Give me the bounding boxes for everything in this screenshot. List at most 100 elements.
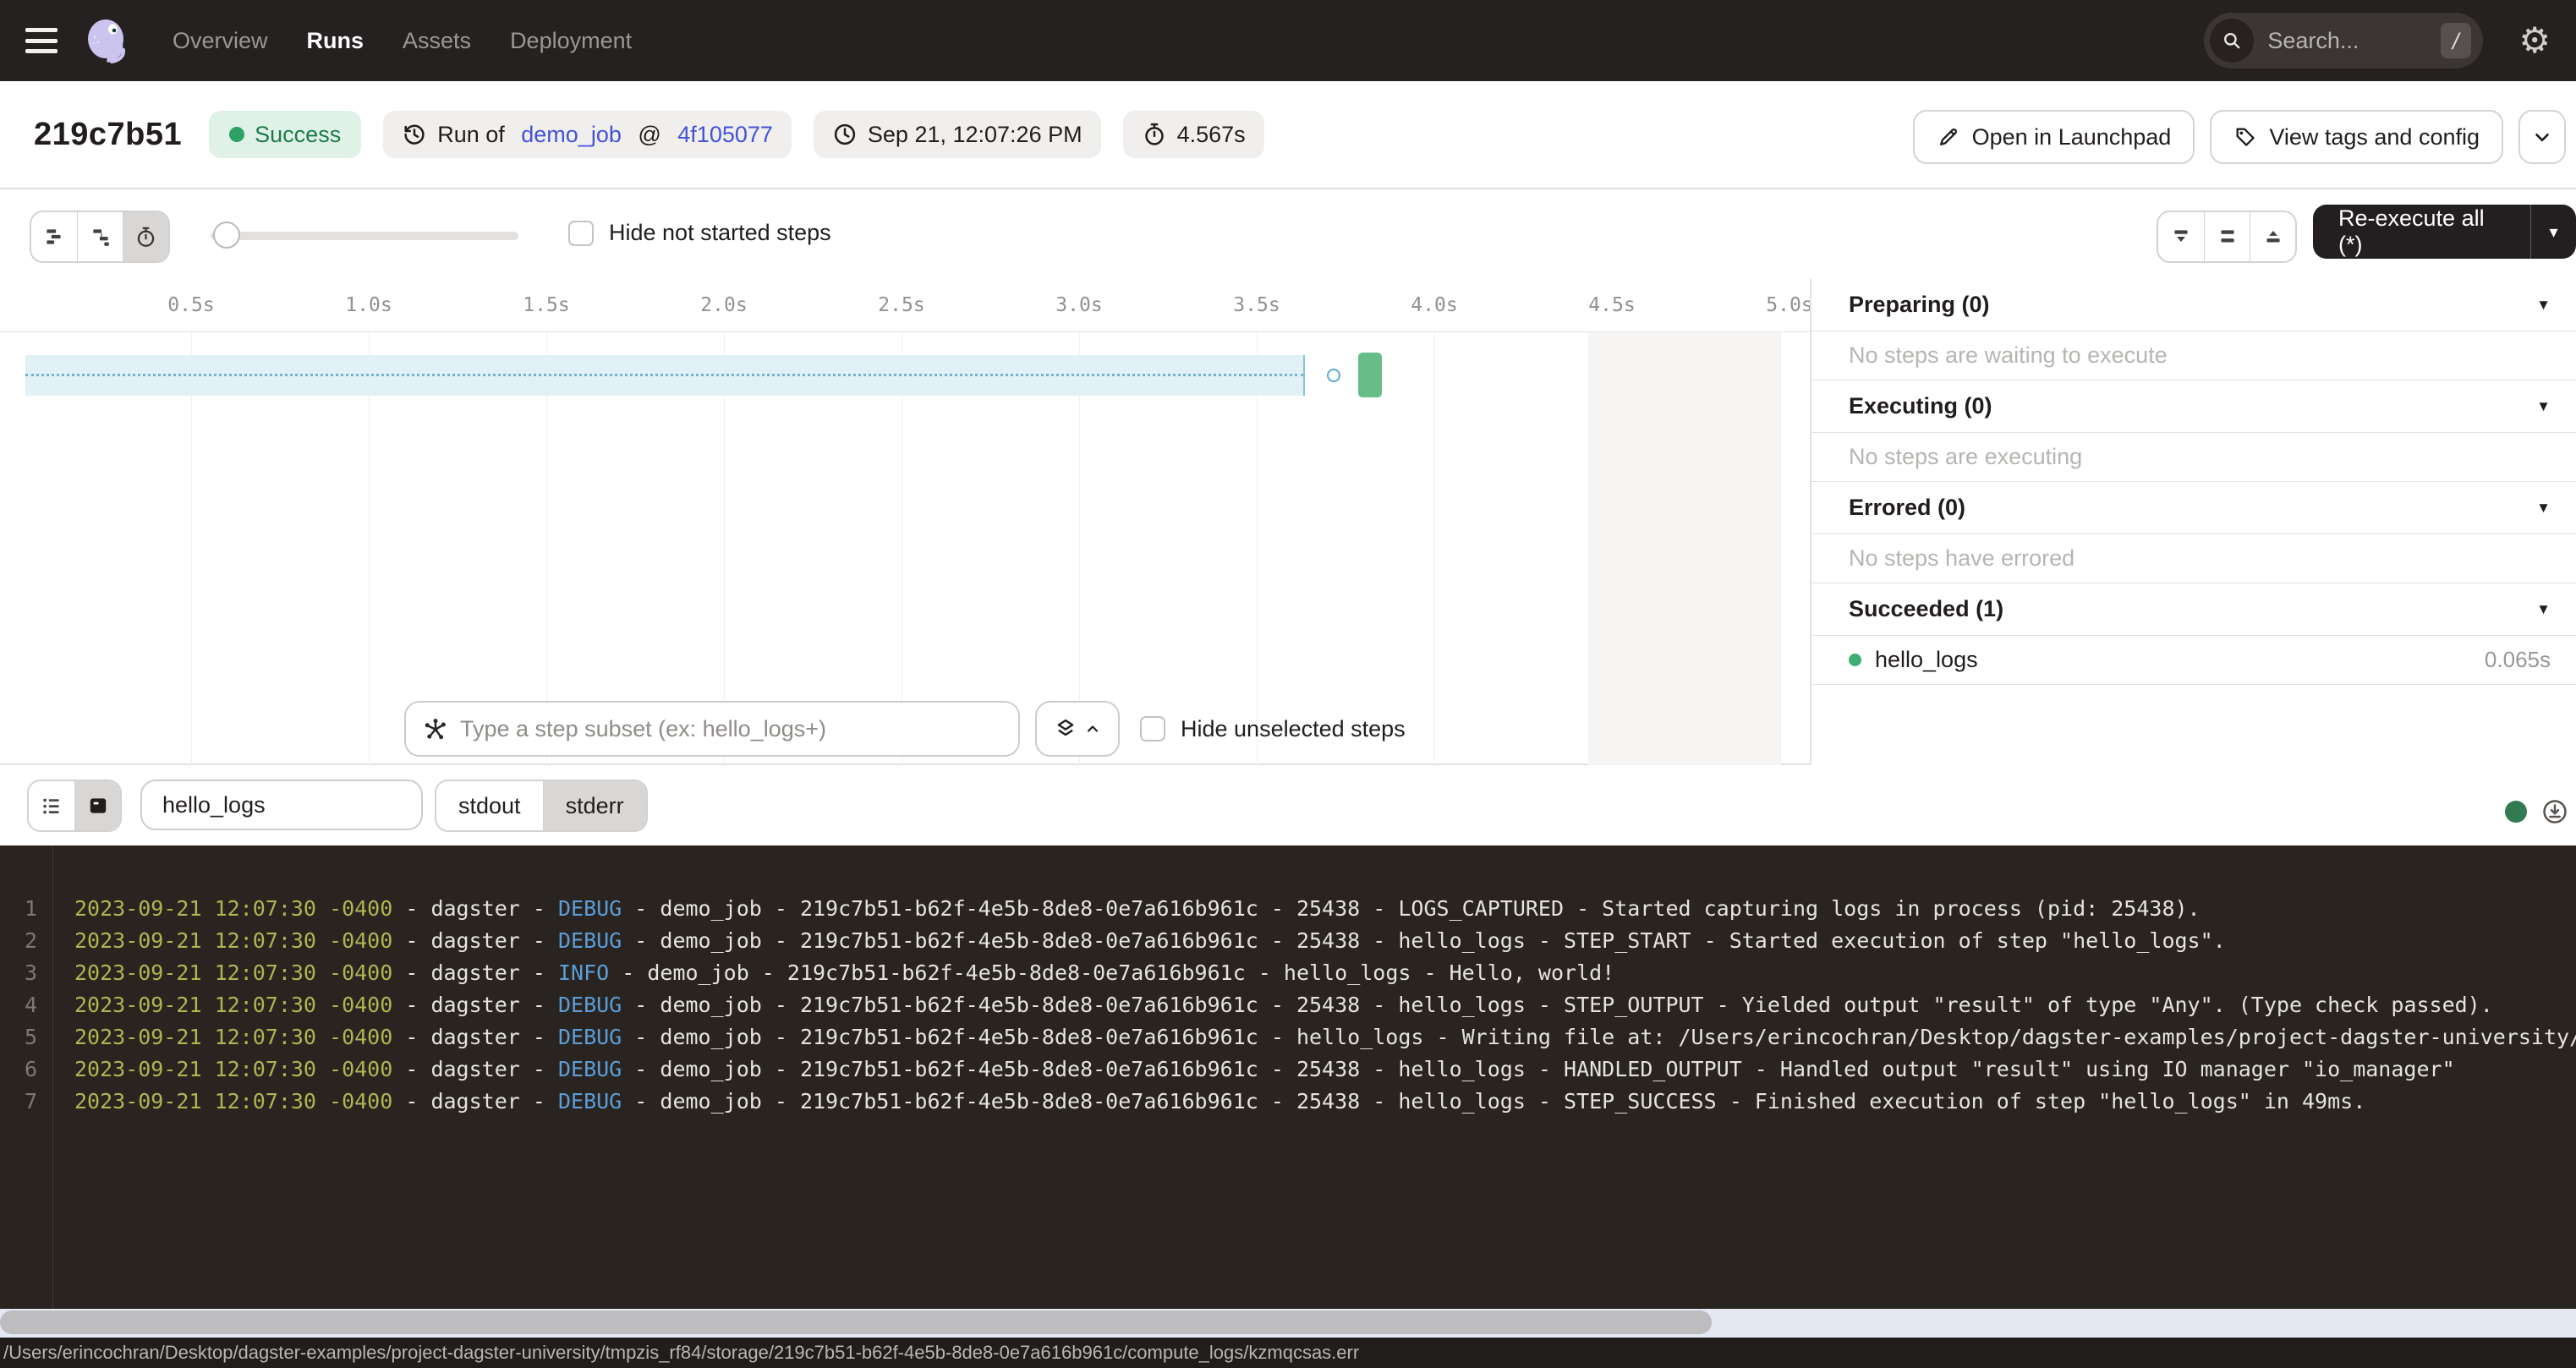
search-box[interactable]: / <box>2204 13 2483 68</box>
gantt-chart: 0.5s 1.0s 1.5s 2.0s 2.5s 3.0s 3.5s 4.0s … <box>0 279 1810 765</box>
stopwatch-icon <box>1142 122 1167 147</box>
axis-tick: 2.0s <box>690 294 758 316</box>
graph-layers-button[interactable] <box>1035 701 1120 757</box>
waterfall-gantt-icon <box>90 226 112 248</box>
nav-item-overview[interactable]: Overview <box>173 28 268 54</box>
run-id: 219c7b51 <box>34 117 182 153</box>
nav-links: Overview Runs Assets Deployment <box>173 28 632 54</box>
raw-log-view-button[interactable] <box>74 781 120 830</box>
step-duration: 0.065s <box>2485 647 2551 673</box>
split-view-button[interactable] <box>2204 212 2250 261</box>
gantt-toolbar: Hide not started steps Re-execute all (*… <box>0 189 2576 279</box>
stdout-label: stdout <box>458 793 521 819</box>
layers-icon <box>1054 717 1077 741</box>
step-subset-input[interactable] <box>460 716 1001 742</box>
chevron-down-icon <box>2531 126 2553 148</box>
log-toolbar: stdout stderr <box>0 765 2576 845</box>
eject-up-icon <box>2262 226 2284 248</box>
search-icon <box>2210 19 2254 63</box>
timestamp-label: Sep 21, 12:07:26 PM <box>868 122 1082 148</box>
hide-not-started-checkbox[interactable]: Hide not started steps <box>568 220 831 246</box>
section-executing-empty: No steps are executing <box>1811 433 2576 482</box>
panel-collapse-toggle <box>2157 211 2297 263</box>
axis-tick: 3.5s <box>1223 294 1291 316</box>
view-waterfall-gantt-button[interactable] <box>77 212 123 261</box>
tag-icon <box>2233 125 2257 149</box>
gear-icon[interactable]: ⚙ <box>2518 23 2551 58</box>
hide-unselected-checkbox[interactable]: Hide unselected steps <box>1140 716 1406 742</box>
caret-down-icon: ▼ <box>2536 601 2551 618</box>
axis-tick: 5.0s <box>1756 294 1810 316</box>
zoom-slider-knob[interactable] <box>213 222 240 249</box>
log-line: 62023-09-21 12:07:30 -0400 - dagster - D… <box>0 1053 2576 1086</box>
section-title: Preparing (0) <box>1849 292 2536 318</box>
scrollbar-thumb[interactable] <box>0 1311 1712 1334</box>
tab-stdout[interactable]: stdout <box>436 781 543 830</box>
axis-tick: 0.5s <box>157 294 225 316</box>
duration-pill: 4.567s <box>1123 111 1264 158</box>
search-input[interactable] <box>2267 28 2441 54</box>
step-waiting-bar[interactable] <box>25 355 1305 396</box>
nav-item-runs[interactable]: Runs <box>307 28 364 54</box>
reexecute-all-button[interactable]: Re-execute all (*) ▾ <box>2313 205 2576 259</box>
log-capture-status-icon <box>2505 801 2527 823</box>
steps-status-panel: Preparing (0) ▼ No steps are waiting to … <box>1810 279 2576 765</box>
axis-tick: 3.0s <box>1045 294 1113 316</box>
reexecute-dropdown-caret-icon[interactable]: ▾ <box>2531 222 2576 243</box>
commit-link[interactable]: 4f105077 <box>677 122 773 148</box>
raw-log-viewer: 12023-09-21 12:07:30 -0400 - dagster - D… <box>0 845 2576 1309</box>
log-line: 32023-09-21 12:07:30 -0400 - dagster - I… <box>0 957 2576 989</box>
step-start-marker-icon <box>1327 369 1340 382</box>
step-name: hello_logs <box>1875 647 2471 673</box>
hide-unselected-label: Hide unselected steps <box>1181 716 1406 742</box>
succeeded-step-row[interactable]: hello_logs 0.065s <box>1811 636 2576 685</box>
console-icon <box>87 795 109 817</box>
section-executing-header[interactable]: Executing (0) ▼ <box>1811 380 2576 433</box>
collapse-top-button[interactable] <box>2250 212 2295 261</box>
caret-down-icon: ▼ <box>2536 398 2551 415</box>
view-timed-gantt-button[interactable] <box>123 212 168 261</box>
stderr-label: stderr <box>566 793 624 819</box>
history-icon <box>402 122 427 147</box>
dagster-logo-icon[interactable] <box>81 15 132 66</box>
section-errored-header[interactable]: Errored (0) ▼ <box>1811 482 2576 534</box>
nav-item-deployment[interactable]: Deployment <box>510 28 632 54</box>
log-step-filter-input[interactable] <box>140 780 423 830</box>
nav-item-assets[interactable]: Assets <box>403 28 471 54</box>
checkbox-icon <box>1140 716 1165 741</box>
caret-down-icon: ▼ <box>2536 297 2551 314</box>
search-shortcut-key: / <box>2441 23 2471 58</box>
log-line: 42023-09-21 12:07:30 -0400 - dagster - D… <box>0 989 2576 1021</box>
at-symbol: @ <box>632 122 667 148</box>
step-success-dot-icon <box>1849 654 1861 666</box>
step-bar-hello-logs[interactable] <box>1358 353 1382 397</box>
header-actions: Open in Launchpad View tags and config <box>1913 110 2566 164</box>
zoom-slider <box>211 232 518 240</box>
job-link[interactable]: demo_job <box>521 122 622 148</box>
log-line: 52023-09-21 12:07:30 -0400 - dagster - D… <box>0 1021 2576 1053</box>
section-title: Errored (0) <box>1849 495 2536 521</box>
open-launchpad-button[interactable]: Open in Launchpad <box>1913 110 2195 164</box>
view-tags-config-button[interactable]: View tags and config <box>2210 110 2503 164</box>
header-more-actions-button[interactable] <box>2518 110 2566 164</box>
gantt-view-toggle <box>30 211 170 263</box>
status-label: Success <box>255 122 341 148</box>
view-tags-config-label: View tags and config <box>2269 124 2480 150</box>
tab-stderr[interactable]: stderr <box>543 781 646 830</box>
log-line: 22023-09-21 12:07:30 -0400 - dagster - D… <box>0 925 2576 957</box>
structured-log-view-button[interactable] <box>29 781 74 830</box>
section-succeeded-header[interactable]: Succeeded (1) ▼ <box>1811 583 2576 636</box>
collapse-bottom-button[interactable] <box>2158 212 2204 261</box>
dagster-run-page: Overview Runs Assets Deployment / ⚙ 219c… <box>0 0 2576 1368</box>
section-preparing-empty: No steps are waiting to execute <box>1811 331 2576 380</box>
run-header: 219c7b51 Success Run of demo_job @ 4f105… <box>0 81 2576 189</box>
download-log-icon[interactable] <box>2542 799 2568 824</box>
section-title: Executing (0) <box>1849 393 2536 419</box>
run-of-prefix: Run of <box>437 122 511 148</box>
section-preparing-header[interactable]: Preparing (0) ▼ <box>1811 279 2576 331</box>
step-subset-field[interactable] <box>404 701 1020 757</box>
axis-tick: 2.5s <box>868 294 935 316</box>
view-flat-gantt-button[interactable] <box>31 212 77 261</box>
checkbox-icon <box>568 221 594 246</box>
menu-icon[interactable] <box>25 28 58 53</box>
